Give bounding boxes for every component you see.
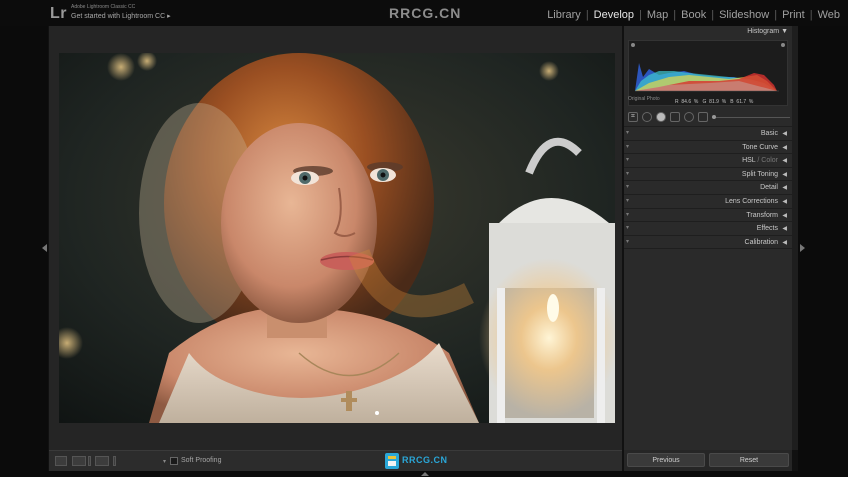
product-name: Adobe Lightroom Classic CC xyxy=(71,4,136,10)
swap-settings-button[interactable] xyxy=(113,456,116,466)
expand-panel-icon: ◀ xyxy=(782,239,787,246)
previous-button[interactable]: Previous xyxy=(627,453,705,467)
panel-switch-icon[interactable]: ▾ xyxy=(626,170,629,177)
panel-switch-icon[interactable]: ▾ xyxy=(626,238,629,245)
panel-tone-curve[interactable]: ▾ Tone Curve ◀ xyxy=(624,139,792,154)
panel-basic[interactable]: ▾ Basic ◀ xyxy=(624,126,792,140)
module-library[interactable]: Library xyxy=(545,9,583,21)
left-panel-collapsed xyxy=(0,26,48,472)
expand-panel-icon: ◀ xyxy=(782,144,787,151)
panel-switch-icon[interactable]: ▾ xyxy=(626,183,629,190)
graduated-filter-icon[interactable] xyxy=(670,112,680,122)
panel-switch-icon[interactable]: ▾ xyxy=(626,156,629,163)
crop-overlay-icon[interactable]: ⌗ xyxy=(628,112,638,122)
panel-switch-icon[interactable]: ▾ xyxy=(626,211,629,218)
expand-panel-icon: ◀ xyxy=(782,171,787,178)
toolbar-menu-icon[interactable]: ▾ xyxy=(163,458,166,465)
loupe-view-button[interactable] xyxy=(55,456,67,466)
right-panel-toggle-icon[interactable] xyxy=(800,244,805,252)
module-print[interactable]: Print xyxy=(780,9,807,21)
panel-lens-corrections[interactable]: ▾ Lens Corrections ◀ xyxy=(624,193,792,208)
identity-bar: Lr Adobe Lightroom Classic CC Get starte… xyxy=(0,0,848,26)
rgb-readout: R 84.6 % G 81.9 % B 61.7 % xyxy=(675,99,754,105)
panel-switch-icon[interactable]: ▾ xyxy=(626,197,629,204)
before-after-lr-button[interactable] xyxy=(72,456,86,466)
reset-button[interactable]: Reset xyxy=(709,453,789,467)
tool-strip: ⌗ xyxy=(628,110,790,124)
module-web[interactable]: Web xyxy=(816,9,842,21)
module-develop[interactable]: Develop xyxy=(592,9,636,21)
panel-detail[interactable]: ▾ Detail ◀ xyxy=(624,180,792,194)
panel-hsl-color[interactable]: ▾ HSL / Color ◀ xyxy=(624,153,792,167)
soft-proofing-checkbox[interactable] xyxy=(170,457,178,465)
histogram-menu-icon: ▼ xyxy=(781,28,788,35)
histogram-header[interactable]: Histogram ▼ xyxy=(624,26,792,38)
panel-switch-icon[interactable]: ▾ xyxy=(626,143,629,150)
promo-link[interactable]: Get started with Lightroom CC ▸ xyxy=(71,12,171,20)
right-panel: Histogram ▼ R 84.6 % G 81.9 % B 61.7 % O… xyxy=(624,26,792,450)
soft-proofing-label: Soft Proofing xyxy=(181,457,222,464)
before-after-menu-button[interactable] xyxy=(88,456,91,466)
expand-panel-icon: ◀ xyxy=(782,158,787,165)
panel-calibration[interactable]: ▾ Calibration ◀ xyxy=(624,234,792,249)
module-separator: | xyxy=(585,9,589,21)
expand-panel-icon: ◀ xyxy=(782,226,787,233)
panel-effects[interactable]: ▾ Effects ◀ xyxy=(624,221,792,235)
expand-panel-icon: ◀ xyxy=(782,131,787,137)
right-panel-footer: Previous Reset xyxy=(624,450,792,471)
panel-switch-icon[interactable]: ▾ xyxy=(626,129,629,136)
radial-filter-icon[interactable] xyxy=(684,112,694,122)
expand-panel-icon: ◀ xyxy=(782,212,787,219)
panel-split-toning[interactable]: ▾ Split Toning ◀ xyxy=(624,166,792,181)
filmstrip-toggle-icon[interactable] xyxy=(421,472,429,476)
spot-removal-icon[interactable] xyxy=(642,112,652,122)
module-slideshow[interactable]: Slideshow xyxy=(717,9,771,21)
red-eye-icon[interactable] xyxy=(656,112,666,122)
right-panel-edge xyxy=(798,26,848,472)
watermark-badge-text: RRCG.CN xyxy=(402,455,448,465)
histogram-title: Histogram ▼ xyxy=(747,28,788,35)
copy-settings-button[interactable] xyxy=(95,456,109,466)
highlight-clipping-icon xyxy=(781,43,785,47)
panel-divider xyxy=(624,248,792,249)
left-panel-toggle-icon[interactable] xyxy=(42,244,47,252)
develop-toolbar: ▾ Soft Proofing xyxy=(49,450,622,471)
module-book[interactable]: Book xyxy=(679,9,708,21)
tool-strip-slider[interactable] xyxy=(712,114,790,119)
adjustment-brush-icon[interactable] xyxy=(698,112,708,122)
module-picker: Library | Develop | Map | Book | Slidesh… xyxy=(545,9,842,21)
panel-transform[interactable]: ▾ Transform ◀ xyxy=(624,207,792,222)
module-separator: | xyxy=(774,9,778,21)
photo-preview[interactable] xyxy=(59,53,615,423)
portrait-photo xyxy=(59,53,615,423)
watermark-text: RRCG.CN xyxy=(389,5,462,21)
module-separator: | xyxy=(711,9,715,21)
module-separator: | xyxy=(809,9,813,21)
expand-panel-icon: ◀ xyxy=(782,185,787,192)
panel-switch-icon[interactable]: ▾ xyxy=(626,224,629,231)
original-photo-label: Original Photo xyxy=(628,96,660,102)
module-separator: | xyxy=(673,9,677,21)
panel-list: ▾ Basic ◀ ▾ Tone Curve ◀ ▾ HSL / Color ◀… xyxy=(624,126,792,248)
module-map[interactable]: Map xyxy=(645,9,670,21)
lightroom-logo: Lr xyxy=(50,5,67,22)
shadow-clipping-icon xyxy=(631,43,635,47)
expand-panel-icon: ◀ xyxy=(782,198,787,205)
module-separator: | xyxy=(639,9,642,21)
